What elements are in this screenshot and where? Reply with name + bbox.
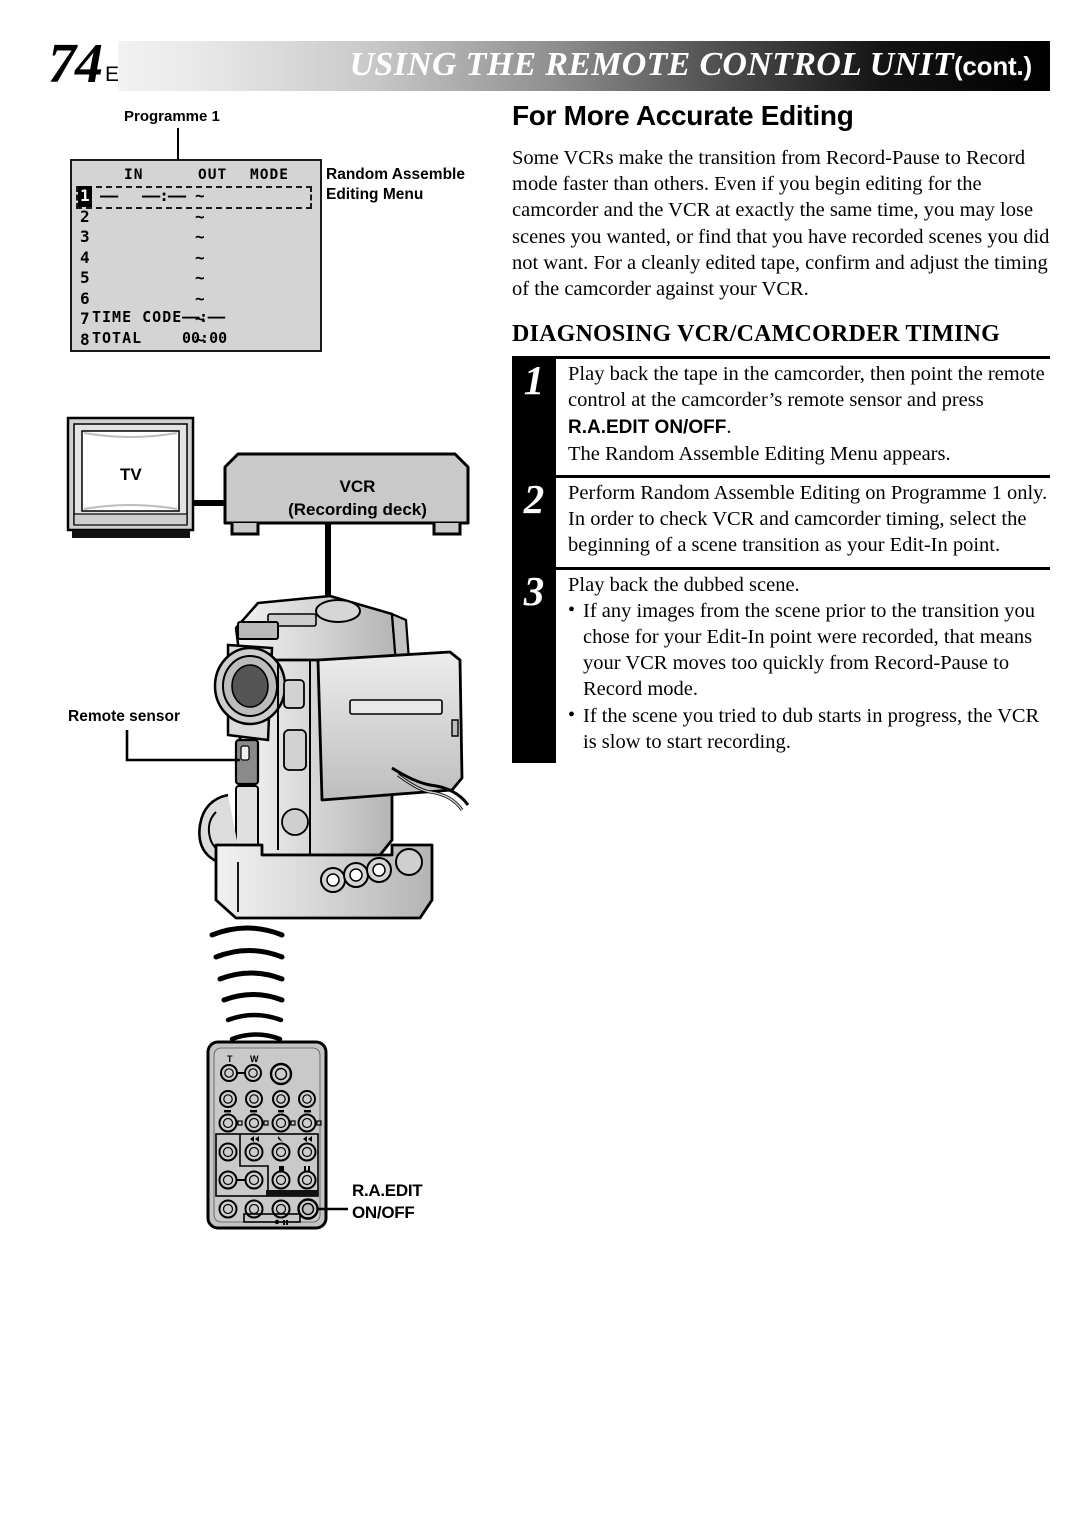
ra-edit-onoff-label: R.A.EDIT ON/OFF — [352, 1180, 423, 1224]
section-title: For More Accurate Editing — [512, 100, 854, 131]
step-bullet-list: If any images from the scene prior to th… — [568, 597, 1050, 755]
step-item: 1 Play back the tape in the camcorder, t… — [512, 356, 1050, 476]
step-body: Perform Random Assemble Editing on Progr… — [556, 475, 1050, 567]
remote-sensor-leader-line — [125, 730, 240, 762]
right-content-column: For More Accurate Editing Some VCRs make… — [512, 100, 1050, 764]
step-number: 2 — [512, 475, 556, 567]
ir-signal-arcs — [209, 925, 285, 1042]
remote-control-illustration: T W — [206, 1040, 348, 1230]
subsection-title: DIAGNOSING VCR/CAMCORDER TIMING — [512, 321, 1001, 348]
tv-label: TV — [120, 465, 142, 484]
ra-edit-label-line-2: ON/OFF — [352, 1203, 415, 1222]
step-bold-keyword: R.A.EDIT ON/OFF — [568, 416, 727, 438]
step-text-part-1: Play back the tape in the camcorder, the… — [568, 363, 1045, 412]
header-cont-suffix: (cont.) — [953, 51, 1032, 82]
step-number: 3 — [512, 566, 556, 764]
tv-illustration — [66, 416, 226, 538]
vcr-label: VCR (Recording deck) — [250, 475, 465, 521]
camcorder-illustration — [198, 594, 470, 920]
bullet-item: If the scene you tried to dub starts in … — [568, 702, 1050, 755]
step-body: Play back the tape in the camcorder, the… — [556, 356, 1050, 475]
step-text: Play back the tape in the camcorder, the… — [568, 361, 1050, 441]
ra-edit-button — [297, 1198, 319, 1220]
vcr-label-line-2: (Recording deck) — [288, 500, 427, 519]
manual-page: 74 EN USING THE REMOTE CONTROL UNIT(cont… — [0, 0, 1080, 1533]
step-extra-line: The Random Assemble Editing Menu appears… — [568, 442, 951, 465]
bullet-item: If any images from the scene prior to th… — [568, 597, 1050, 703]
step-body: Play back the dubbed scene. If any image… — [556, 566, 1050, 763]
remote-wide-label: W — [250, 1054, 259, 1064]
device-connection-diagram: T W — [66, 416, 470, 1230]
ra-edit-label-line-1: R.A.EDIT — [352, 1181, 423, 1200]
steps-list: 1 Play back the tape in the camcorder, t… — [512, 356, 1050, 764]
step-text: Perform Random Assemble Editing on Progr… — [568, 482, 1048, 557]
step-item: 2 Perform Random Assemble Editing on Pro… — [512, 475, 1050, 567]
intro-paragraph: Some VCRs make the transition from Recor… — [512, 147, 1050, 301]
remote-tele-label: T — [227, 1054, 233, 1064]
remote-sensor-label: Remote sensor — [68, 708, 180, 725]
step-text: Play back the dubbed scene. — [568, 573, 800, 596]
step-item: 3 Play back the dubbed scene. If any ima… — [512, 566, 1050, 764]
step-text-part-2: . — [726, 415, 732, 438]
step-number: 1 — [512, 356, 556, 476]
vcr-label-line-1: VCR — [339, 477, 376, 496]
